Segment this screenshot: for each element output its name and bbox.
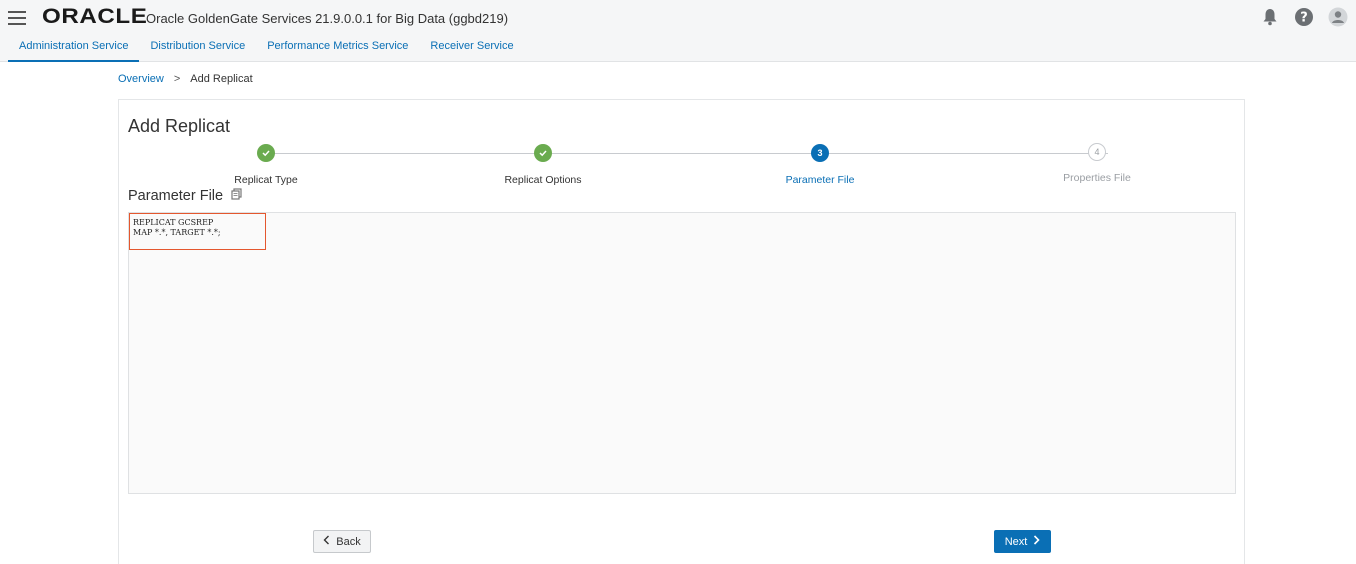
tab-distribution-service[interactable]: Distribution Service	[139, 36, 256, 62]
breadcrumb-overview-link[interactable]: Overview	[118, 73, 164, 85]
app-title: Oracle GoldenGate Services 21.9.0.0.1 fo…	[146, 11, 509, 26]
parameter-file-heading: Parameter File	[128, 188, 242, 204]
breadcrumb-separator: >	[173, 73, 181, 85]
page-title: Add Replicat	[128, 116, 231, 136]
breadcrumb: Overview > Add Replicat	[118, 73, 253, 85]
tab-performance-metrics-service[interactable]: Performance Metrics Service	[256, 36, 419, 62]
next-button[interactable]: Next	[994, 530, 1051, 553]
service-tabs: Administration Service Distribution Serv…	[8, 36, 525, 62]
tab-receiver-service[interactable]: Receiver Service	[419, 36, 524, 62]
add-replicat-card: Add Replicat Replicat Type Replicat Opti…	[118, 99, 1245, 564]
chevron-left-icon	[323, 535, 330, 548]
back-button[interactable]: Back	[313, 530, 371, 553]
chevron-right-icon	[1033, 535, 1040, 548]
train-connector	[266, 153, 1108, 154]
step-3-indicator[interactable]: 3	[811, 144, 829, 162]
code-line: MAP *.*, TARGET *.*;	[133, 228, 221, 237]
back-button-label: Back	[336, 535, 361, 548]
bell-icon[interactable]	[1260, 7, 1280, 27]
step-2-label: Replicat Options	[504, 174, 582, 186]
copy-icon[interactable]	[231, 188, 242, 204]
step-1-check-icon[interactable]	[257, 144, 275, 162]
step-4-label: Properties File	[1063, 172, 1131, 184]
top-bar: ORACLE Oracle GoldenGate Services 21.9.0…	[0, 0, 1356, 36]
code-line: REPLICAT GCSREP	[133, 218, 214, 227]
parameter-file-editor[interactable]: REPLICAT GCSREP MAP *.*, TARGET *.*;	[128, 212, 1236, 494]
step-4-indicator[interactable]: 4	[1088, 143, 1106, 161]
user-icon[interactable]	[1328, 7, 1348, 27]
next-button-label: Next	[1004, 535, 1028, 548]
header-icons: ?	[1260, 7, 1348, 27]
oracle-logo: ORACLE	[42, 5, 148, 28]
parameter-file-title: Parameter File	[128, 188, 224, 204]
help-icon[interactable]: ?	[1294, 7, 1314, 27]
breadcrumb-current: Add Replicat	[190, 73, 253, 85]
hamburger-menu-icon[interactable]	[8, 10, 26, 26]
svg-text:?: ?	[1300, 11, 1308, 26]
app-header: ORACLE Oracle GoldenGate Services 21.9.0…	[0, 0, 1356, 62]
parameter-code-highlight: REPLICAT GCSREP MAP *.*, TARGET *.*;	[129, 213, 266, 250]
step-3-label: Parameter File	[785, 174, 855, 186]
step-1-label: Replicat Type	[234, 174, 298, 186]
tab-administration-service[interactable]: Administration Service	[8, 36, 140, 62]
step-2-check-icon[interactable]	[534, 144, 552, 162]
